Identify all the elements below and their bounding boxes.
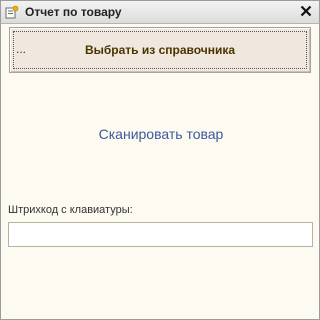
- close-icon[interactable]: [298, 3, 314, 19]
- scan-product-link[interactable]: Сканировать товар: [1, 126, 320, 142]
- select-from-catalog-label: Выбрать из справочника: [84, 43, 236, 57]
- window-title: Отчет по товару: [25, 5, 122, 19]
- form-document-icon: [5, 5, 19, 19]
- title-bar: Отчет по товару: [1, 1, 319, 24]
- barcode-input[interactable]: [8, 222, 313, 247]
- barcode-label: Штрихкод с клавиатуры:: [8, 204, 133, 216]
- report-window: Отчет по товару ... Выбрать из справочни…: [0, 0, 320, 320]
- select-from-catalog-button[interactable]: ... Выбрать из справочника: [9, 27, 311, 73]
